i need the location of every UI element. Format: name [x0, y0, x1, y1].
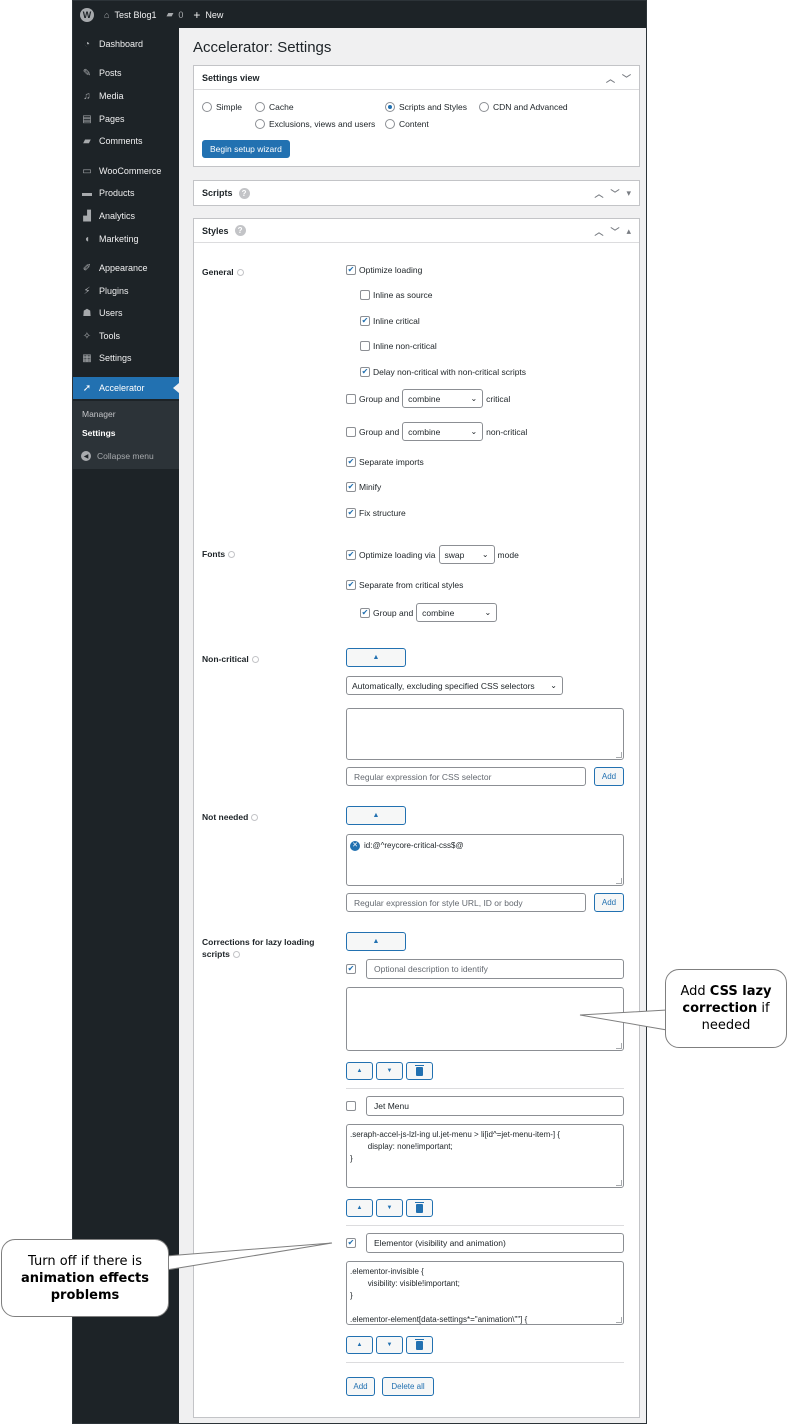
- callout-text: Turn off if there is animation effects p…: [12, 1253, 158, 1304]
- lazy-correction-callout: Add CSS lazy correction if needed: [665, 969, 787, 1048]
- callout-text: Add CSS lazy correction if needed: [666, 983, 786, 1034]
- callout-pre: Turn off if there is: [28, 1253, 142, 1269]
- animation-callout-pointer: [165, 1242, 333, 1271]
- callout-pointers: [165, 1009, 668, 1271]
- callout-pre: Add: [680, 984, 710, 999]
- animation-callout: Turn off if there is animation effects p…: [1, 1239, 169, 1317]
- callout-bold: animation effects problems: [20, 1270, 149, 1303]
- lazy-callout-pointer: [579, 1009, 668, 1031]
